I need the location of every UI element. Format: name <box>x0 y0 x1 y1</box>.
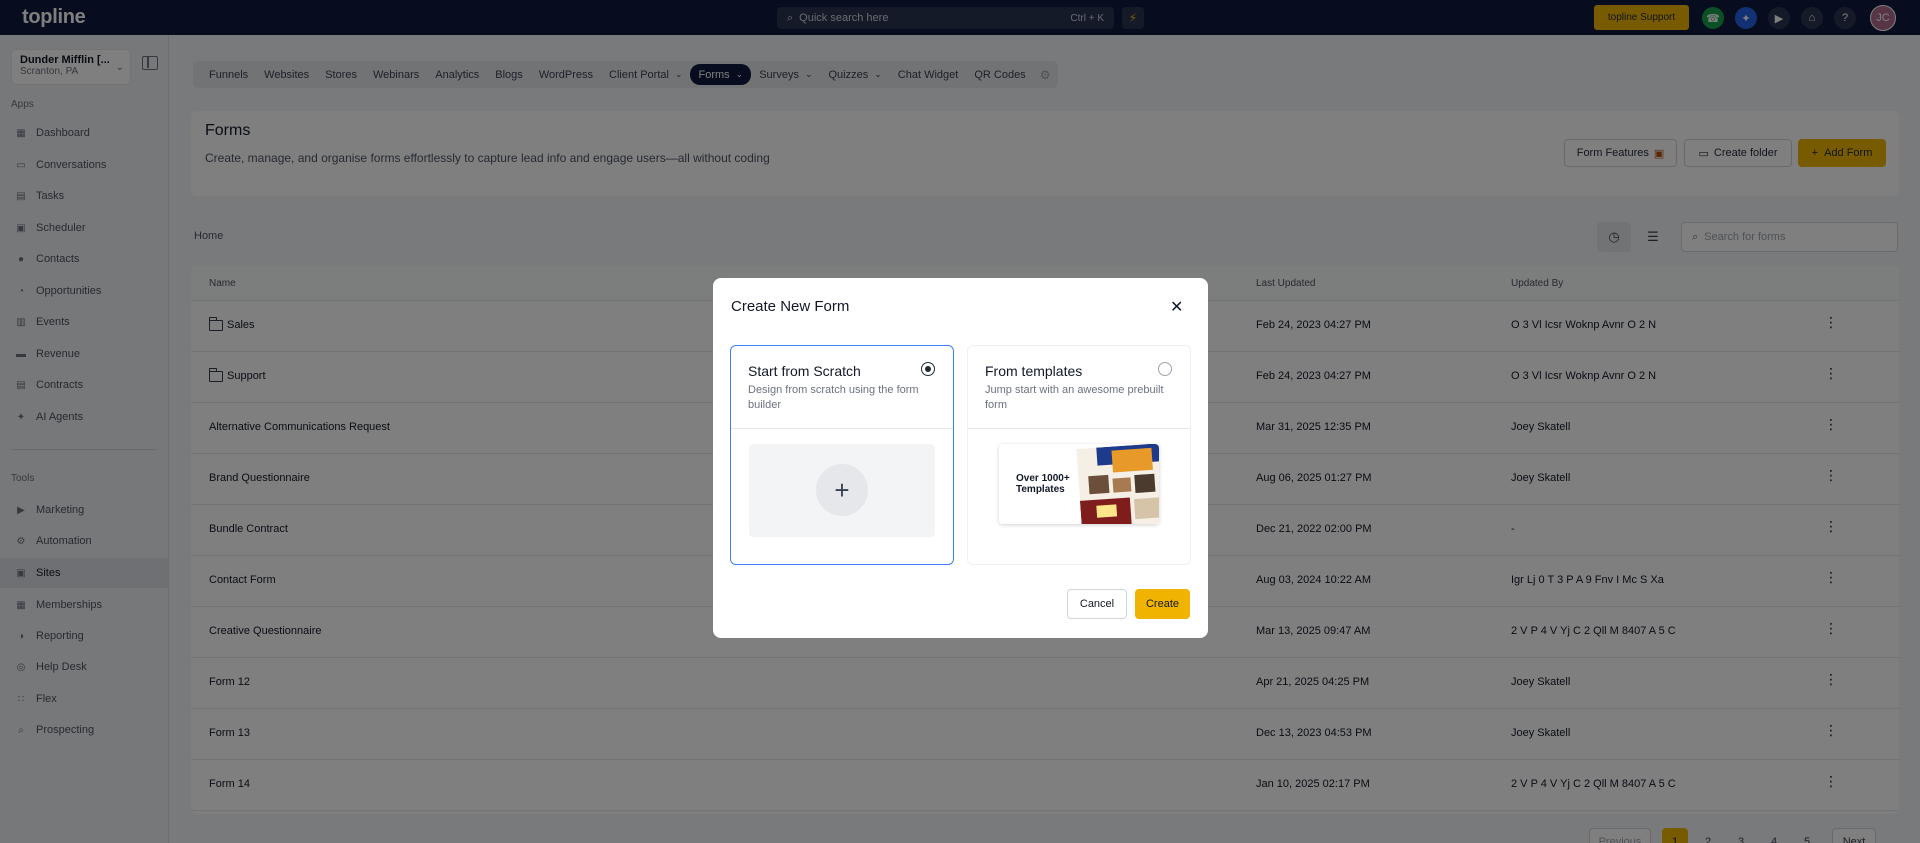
option-divider <box>731 428 953 429</box>
start-from-scratch-option[interactable]: Start from Scratch Design from scratch u… <box>730 345 954 565</box>
create-form-dialog: Create New Form ✕ Start from Scratch Des… <box>713 278 1208 638</box>
templates-radio[interactable] <box>1158 362 1172 376</box>
cancel-button[interactable]: Cancel <box>1067 589 1127 619</box>
blank-form-preview: + <box>749 444 935 537</box>
option-title: From templates <box>985 363 1083 379</box>
templates-preview-card: Over 1000+ Templates <box>999 444 1159 524</box>
option-description: Design from scratch using the form build… <box>748 384 919 411</box>
plus-icon: + <box>816 464 868 516</box>
templates-card-text: Over 1000+ Templates <box>1016 473 1070 495</box>
option-description: Jump start with an awesome prebuilt form <box>985 384 1164 411</box>
templates-collage-image <box>1076 444 1159 524</box>
option-title: Start from Scratch <box>748 363 861 379</box>
from-templates-option[interactable]: From templates Jump start with an awesom… <box>967 345 1191 565</box>
scratch-radio[interactable] <box>921 362 935 376</box>
option-divider <box>968 428 1190 429</box>
dialog-title: Create New Form <box>731 298 850 315</box>
close-icon[interactable]: ✕ <box>1170 297 1183 317</box>
create-button[interactable]: Create <box>1135 589 1190 619</box>
